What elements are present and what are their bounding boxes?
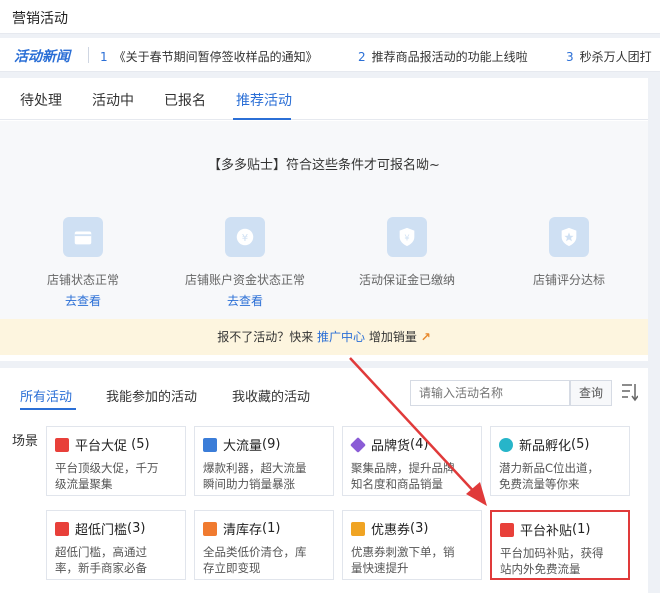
news-item[interactable]: 1 《关于春节期间暂停签收样品的通知》: [100, 48, 318, 65]
condition-funds-status: ¥ 店铺账户资金状态正常 去查看: [180, 217, 310, 309]
tab-recommended[interactable]: 推荐活动: [236, 90, 292, 110]
card-big-traffic[interactable]: 大流量 (9) 爆款利器，超大流量 瞬间助力销量暴涨: [194, 426, 334, 496]
scene-label: 场景: [12, 434, 39, 449]
tab-bar: 待处理 活动中 已报名 推荐活动: [0, 78, 648, 120]
tab-underline: [233, 118, 291, 120]
box-icon: [203, 521, 217, 536]
flame-icon: ↗: [420, 330, 431, 344]
condition-deposit: ¥ 活动保证金已缴纳: [342, 217, 472, 288]
condition-store-status: 店铺状态正常 去查看: [18, 217, 148, 309]
filter-eligible-activities[interactable]: 我能参加的活动: [106, 386, 197, 405]
door-icon: [55, 521, 69, 536]
svg-text:¥: ¥: [404, 233, 409, 243]
promo-text: 报不了活动？快来: [217, 330, 314, 344]
circle-icon: [499, 437, 513, 452]
wallet-icon: [500, 522, 514, 537]
card-platform-promotion[interactable]: 平台大促 (5) 平台顶级大促，千万 级流量聚集: [46, 426, 186, 496]
activities-card: 所有活动 我能参加的活动 我收藏的活动 查询 场景 平台大促 (5) 平台顶级大…: [0, 368, 648, 593]
shield-yen-icon: ¥: [387, 217, 427, 257]
grid-icon: [203, 437, 217, 452]
search-input[interactable]: [410, 380, 570, 406]
condition-label: 店铺评分达标: [532, 273, 605, 287]
svg-text:¥: ¥: [242, 233, 248, 244]
condition-store-rating: 店铺评分达标: [504, 217, 634, 288]
card-platform-subsidy[interactable]: 平台补贴 (1) 平台加码补贴，获得 站内外免费流量: [490, 510, 630, 580]
star-badge-icon: [549, 217, 589, 257]
card-low-threshold[interactable]: 超低门槛 (3) 超低门槛，高通过 率，新手商家必备: [46, 510, 186, 580]
card-coupons[interactable]: 优惠券 (3) 优惠券刺激下单，销 量快速提升: [342, 510, 482, 580]
news-ticker: 活动新闻 1 《关于春节期间暂停签收样品的通知》 2 推荐商品报活动的功能上线啦 3…: [0, 38, 660, 72]
card-clear-inventory[interactable]: 清库存 (1) 全品类低价清仓，库 存立即变现: [194, 510, 334, 580]
condition-label: 店铺状态正常: [46, 273, 119, 287]
tab-active[interactable]: 活动中: [92, 90, 134, 110]
filter-underline: [20, 408, 76, 410]
coupon-icon: [351, 521, 365, 536]
card-new-product-incubation[interactable]: 新品孵化 (5) 潜力新品C位出道， 免费流量等你来: [490, 426, 630, 496]
view-link[interactable]: 去查看: [18, 292, 148, 309]
page-title: 营销活动: [12, 11, 68, 27]
promo-center-link[interactable]: 推广中心: [317, 330, 365, 344]
promo-text-suffix: 增加销量: [368, 330, 417, 344]
news-item[interactable]: 3 秒杀万人团打: [566, 48, 652, 65]
flag-icon: [55, 437, 69, 452]
tips-title: 【多多贴士】符合这些条件才可报名呦~: [208, 158, 440, 173]
filter-all-activities[interactable]: 所有活动: [20, 386, 72, 405]
condition-label: 店铺账户资金状态正常: [184, 273, 305, 287]
tab-registered[interactable]: 已报名: [164, 90, 206, 110]
store-icon: [63, 217, 103, 257]
news-brand: 活动新闻: [14, 49, 70, 65]
tab-pending[interactable]: 待处理: [20, 90, 62, 110]
diamond-icon: [350, 436, 366, 453]
yen-icon: ¥: [225, 217, 265, 257]
filter-favorite-activities[interactable]: 我收藏的活动: [232, 386, 310, 405]
page-header: 营销活动: [0, 0, 660, 34]
view-link[interactable]: 去查看: [180, 292, 310, 309]
card-brand-goods[interactable]: 品牌货 (4) 聚集品牌，提升品牌 知名度和商品销量: [342, 426, 482, 496]
tips-panel: 【多多贴士】符合这些条件才可报名呦~ 店铺状态正常 去查看 ¥ 店铺账户资金状态…: [0, 121, 648, 319]
divider: [88, 47, 89, 63]
query-button[interactable]: 查询: [570, 380, 612, 406]
news-item[interactable]: 2 推荐商品报活动的功能上线啦: [358, 48, 528, 65]
sort-icon[interactable]: [620, 382, 638, 402]
promo-banner: 报不了活动？快来 推广中心 增加销量 ↗: [0, 319, 648, 355]
tips-card: 待处理 活动中 已报名 推荐活动 【多多贴士】符合这些条件才可报名呦~ 店铺状态…: [0, 78, 648, 361]
condition-label: 活动保证金已缴纳: [358, 273, 455, 287]
